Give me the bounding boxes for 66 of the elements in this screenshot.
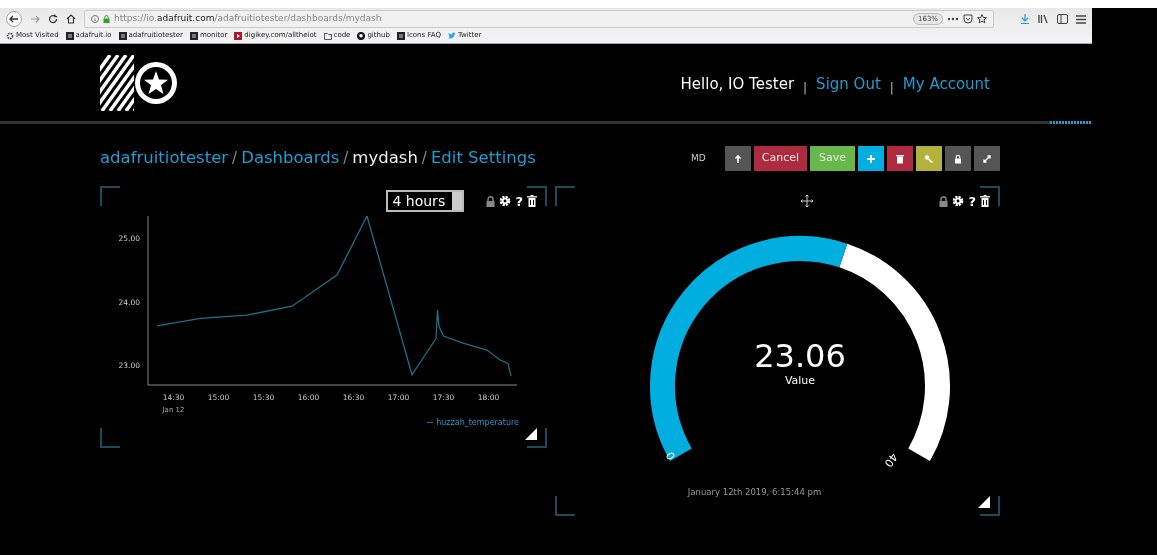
menu-icon[interactable] xyxy=(1076,14,1086,24)
back-icon[interactable] xyxy=(6,11,22,27)
site-icon xyxy=(118,31,127,40)
layout-label: MD xyxy=(691,151,706,165)
resize-handle-icon[interactable] xyxy=(978,496,990,508)
info-icon xyxy=(91,15,99,23)
key-icon xyxy=(924,153,934,164)
site-icon xyxy=(234,31,243,40)
pocket-icon[interactable] xyxy=(963,14,973,24)
breadcrumb-link[interactable]: adafruitiotester xyxy=(100,146,229,171)
url-text: https://io.adafruit.com/adafruitiotester/dashboards/mydash xyxy=(114,12,382,26)
timestamp-text: January 12th 2019, 6:15:44 pm xyxy=(687,486,822,499)
gauge-value: 23.06 xyxy=(754,337,846,375)
breadcrumb-separator: / xyxy=(421,148,427,170)
settings-icon[interactable] xyxy=(499,195,512,207)
trash-icon[interactable] xyxy=(980,195,990,207)
fullscreen-button[interactable] xyxy=(974,146,1000,171)
logo-icon[interactable] xyxy=(100,54,178,111)
bird-icon xyxy=(447,31,456,40)
folder-icon xyxy=(323,31,332,40)
cancel-button[interactable]: Cancel xyxy=(753,146,807,171)
site-icon xyxy=(396,31,405,40)
greeting-text: Hello, IO Tester xyxy=(680,74,795,96)
gear-icon xyxy=(6,31,14,40)
breadcrumb-link[interactable]: Edit Settings xyxy=(430,146,536,171)
lock-icon xyxy=(103,15,110,23)
separator-text: | xyxy=(889,79,894,97)
breadcrumb-separator: / xyxy=(343,148,349,170)
gauge-min-label: 0 xyxy=(662,449,678,463)
legend-line-icon xyxy=(427,422,434,424)
lock-icon[interactable] xyxy=(486,195,496,207)
upload-button[interactable] xyxy=(724,146,751,171)
delete-button[interactable] xyxy=(887,146,913,171)
reload-icon[interactable] xyxy=(48,14,58,24)
separator-text: | xyxy=(803,79,808,97)
gauge-caption: Value xyxy=(784,374,816,387)
breadcrumb-link[interactable]: Dashboards xyxy=(241,146,340,171)
home-icon[interactable] xyxy=(66,14,76,24)
gauge-max-label: 40 xyxy=(881,450,901,470)
more-icon[interactable] xyxy=(947,16,959,22)
github-icon xyxy=(357,31,366,40)
range-select[interactable]: 4 hours xyxy=(386,190,465,212)
download-icon[interactable] xyxy=(1020,14,1030,24)
plus-icon xyxy=(866,153,876,164)
trash-icon[interactable] xyxy=(527,195,537,207)
move-icon[interactable] xyxy=(801,195,813,207)
upload-icon xyxy=(732,153,743,164)
nav-link[interactable]: My Account xyxy=(902,73,990,96)
star-icon[interactable] xyxy=(977,14,987,24)
sidebar-icon[interactable] xyxy=(1057,14,1068,24)
settings-icon[interactable] xyxy=(952,195,965,207)
breadcrumb-separator: / xyxy=(232,148,238,170)
library-icon[interactable] xyxy=(1038,14,1049,24)
nav-link[interactable]: Sign Out xyxy=(816,73,881,96)
site-icon xyxy=(65,31,74,40)
resize-handle-icon[interactable] xyxy=(525,428,537,440)
help-button[interactable]: ? xyxy=(515,194,523,208)
lock-icon[interactable] xyxy=(939,195,949,207)
legend-label: huzzah_temperature xyxy=(436,417,519,429)
site-icon xyxy=(189,31,198,40)
trash-icon xyxy=(895,153,905,164)
breadcrumb-current: mydash xyxy=(352,147,418,170)
expand-icon xyxy=(982,153,992,164)
help-button[interactable]: ? xyxy=(968,194,976,208)
lock-button[interactable] xyxy=(945,146,971,171)
lock-icon xyxy=(953,153,963,164)
